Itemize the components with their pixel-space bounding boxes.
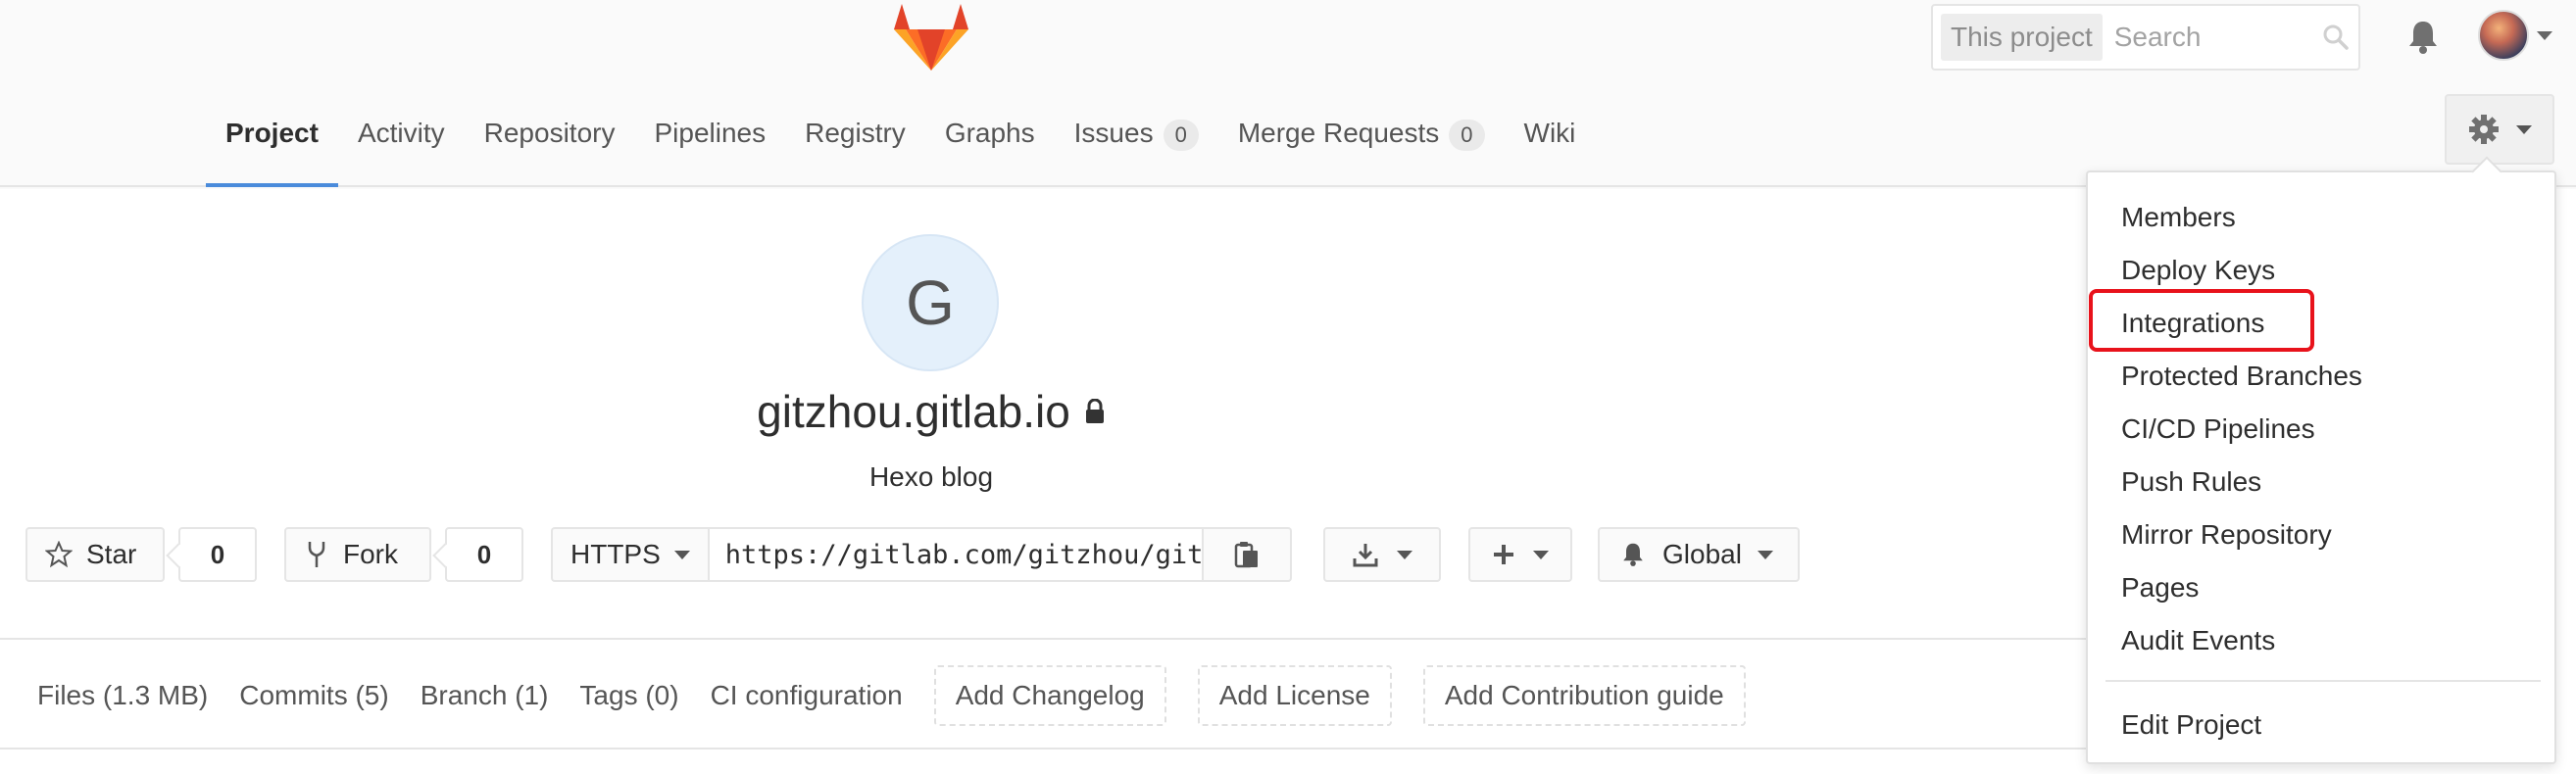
- add-new-dropdown-button[interactable]: [1468, 527, 1572, 582]
- lock-icon: [1085, 399, 1104, 423]
- divider: [0, 748, 2098, 750]
- divider: [0, 638, 2098, 640]
- gitlab-logo-icon[interactable]: [892, 0, 970, 71]
- files-link[interactable]: Files (1.3 MB): [37, 680, 208, 711]
- notification-level-label: Global: [1662, 539, 1742, 569]
- menu-item-edit-project[interactable]: Edit Project: [2121, 709, 2261, 741]
- search-input[interactable]: This project Search: [1931, 4, 2360, 71]
- notification-level-dropdown[interactable]: Global: [1598, 527, 1800, 582]
- menu-item-audit-events[interactable]: Audit Events: [2121, 625, 2275, 656]
- add-contribution-guide-button[interactable]: Add Contribution guide: [1422, 665, 1746, 726]
- clone-protocol-select[interactable]: HTTPS: [551, 527, 708, 582]
- settings-dropdown-button[interactable]: [2445, 94, 2554, 165]
- menu-item-deploy-keys[interactable]: Deploy Keys: [2121, 255, 2275, 286]
- tab-label: Graphs: [944, 118, 1035, 148]
- tab-project[interactable]: Project: [206, 94, 338, 187]
- fork-button[interactable]: Fork: [284, 527, 431, 582]
- tab-label: Repository: [483, 118, 616, 148]
- project-name: gitzhou.gitlab.io: [757, 386, 1070, 437]
- fork-icon: [308, 542, 325, 567]
- fork-label: Fork: [343, 539, 398, 569]
- menu-item-members[interactable]: Members: [2121, 202, 2236, 233]
- clone-protocol-label: HTTPS: [570, 539, 661, 569]
- project-stats-bar: Files (1.3 MB) Commits (5) Branch (1) Ta…: [37, 665, 1777, 726]
- tab-label: Wiki: [1523, 118, 1576, 148]
- merge-requests-count-badge: 0: [1449, 120, 1485, 151]
- tab-registry[interactable]: Registry: [785, 94, 925, 187]
- tab-issues[interactable]: Issues 0: [1055, 94, 1218, 187]
- star-label: Star: [86, 539, 137, 569]
- add-license-button[interactable]: Add License: [1197, 665, 1392, 726]
- star-button[interactable]: Star: [25, 527, 165, 582]
- download-icon: [1353, 544, 1378, 567]
- ci-configuration-link[interactable]: CI configuration: [711, 680, 903, 711]
- clone-url-input[interactable]: https://gitlab.com/gitzhou/gitzhou.gitla…: [707, 527, 1204, 582]
- star-count-value: 0: [210, 539, 225, 569]
- chevron-down-icon: [1757, 550, 1773, 559]
- project-avatar: G: [862, 234, 999, 371]
- menu-item-push-rules[interactable]: Push Rules: [2121, 466, 2261, 498]
- chevron-down-icon: [1533, 550, 1549, 559]
- star-icon: [45, 541, 73, 568]
- issues-count-badge: 0: [1163, 120, 1199, 151]
- plus-icon: [1494, 545, 1513, 564]
- copy-url-button[interactable]: [1203, 527, 1292, 582]
- menu-item-integrations[interactable]: Integrations: [2121, 308, 2264, 339]
- add-changelog-button[interactable]: Add Changelog: [933, 665, 1166, 726]
- tab-label: Pipelines: [654, 118, 767, 148]
- clipboard-icon: [1234, 542, 1258, 568]
- menu-item-mirror-repository[interactable]: Mirror Repository: [2121, 519, 2332, 551]
- page-title: gitzhou.gitlab.io: [686, 385, 1176, 438]
- search-scope-badge[interactable]: This project: [1941, 14, 2103, 61]
- project-nav: Project Activity Repository Pipelines Re…: [206, 94, 1595, 187]
- tab-label: Merge Requests: [1237, 118, 1440, 148]
- branch-link[interactable]: Branch (1): [421, 680, 549, 711]
- tags-link[interactable]: Tags (0): [579, 680, 678, 711]
- menu-item-ci-cd-pipelines[interactable]: CI/CD Pipelines: [2121, 413, 2315, 445]
- tab-label: Issues: [1073, 118, 1154, 148]
- search-placeholder[interactable]: Search: [2114, 22, 2321, 53]
- top-header: This project Search Project Activity Rep…: [0, 0, 2576, 187]
- menu-item-protected-branches[interactable]: Protected Branches: [2121, 361, 2362, 392]
- fork-count[interactable]: 0: [445, 527, 523, 582]
- chevron-down-icon: [673, 550, 690, 559]
- chevron-down-icon: [2516, 124, 2532, 134]
- tab-activity[interactable]: Activity: [338, 94, 465, 187]
- project-avatar-letter: G: [906, 267, 955, 338]
- menu-item-pages[interactable]: Pages: [2121, 572, 2199, 604]
- avatar[interactable]: [2478, 10, 2529, 61]
- tab-graphs[interactable]: Graphs: [925, 94, 1055, 187]
- tab-label: Registry: [805, 118, 906, 148]
- notifications-bell-icon[interactable]: [2403, 18, 2443, 57]
- tab-pipelines[interactable]: Pipelines: [634, 94, 785, 187]
- star-count[interactable]: 0: [178, 527, 257, 582]
- fork-count-value: 0: [476, 539, 492, 569]
- chevron-down-icon: [1397, 550, 1412, 559]
- search-icon: [2323, 24, 2349, 50]
- tab-merge-requests[interactable]: Merge Requests 0: [1218, 94, 1505, 187]
- download-dropdown-button[interactable]: [1323, 527, 1441, 582]
- tab-label: Project: [225, 118, 319, 148]
- bell-icon: [1623, 543, 1643, 566]
- menu-divider: [2105, 680, 2541, 682]
- commits-link[interactable]: Commits (5): [239, 680, 388, 711]
- settings-dropdown-menu: Members Deploy Keys Integrations Protect…: [2086, 170, 2556, 764]
- gear-icon: [2469, 115, 2499, 144]
- tab-wiki[interactable]: Wiki: [1505, 94, 1596, 187]
- tab-repository[interactable]: Repository: [465, 94, 635, 187]
- project-description: Hexo blog: [868, 461, 994, 492]
- clone-url-value: https://gitlab.com/gitzhou/gitzhou.gitla…: [724, 539, 1204, 570]
- tab-label: Activity: [357, 118, 445, 148]
- chevron-down-icon: [2537, 30, 2552, 40]
- user-menu[interactable]: [2478, 10, 2552, 61]
- clone-url-group: HTTPS https://gitlab.com/gitzhou/gitzhou…: [551, 527, 1292, 582]
